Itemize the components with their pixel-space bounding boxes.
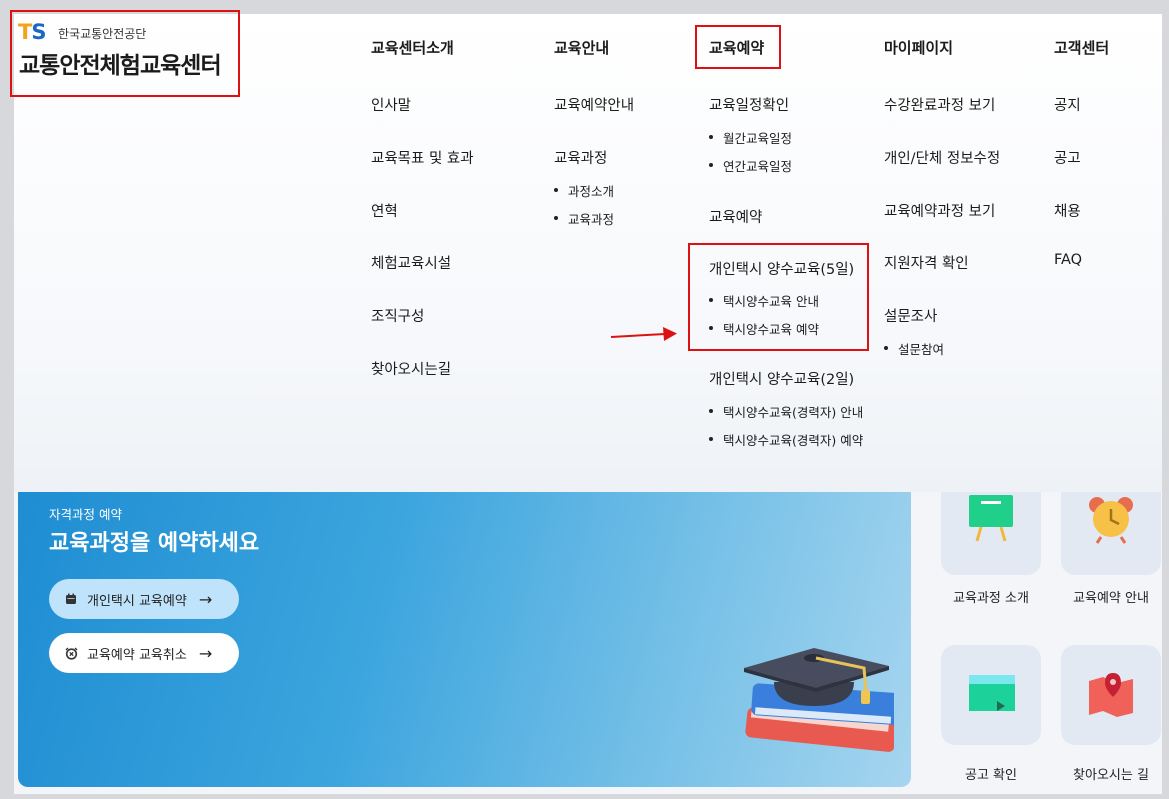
- menu-sub-course-list[interactable]: 교육과정: [554, 209, 614, 228]
- organization-name: 한국교통안전공단: [58, 27, 147, 41]
- menu-item-taxi-2day[interactable]: 개인택시 양수교육(2일): [709, 368, 854, 389]
- menu-heading-mypage[interactable]: 마이페이지: [884, 37, 953, 58]
- arrow-right-icon: →: [198, 589, 213, 609]
- menu-item-taxi-5day[interactable]: 개인택시 양수교육(5일): [709, 258, 854, 279]
- reservation-hero-banner: 자격과정 예약 교육과정을 예약하세요 개인택시 교육예약 → 교육예약 교육취…: [18, 492, 911, 787]
- menu-sub-survey-join[interactable]: 설문참여: [884, 339, 944, 358]
- tile-label-directions: 찾아오시는 길: [1073, 768, 1149, 783]
- reservation-cancel-button[interactable]: 교육예약 교육취소 →: [49, 633, 239, 673]
- menu-sub-taxi-exp-reserve[interactable]: 택시양수교육(경력자) 예약: [709, 430, 863, 449]
- menu-item-reservation[interactable]: 교육예약: [709, 206, 762, 227]
- menu-item-schedule[interactable]: 교육일정확인: [709, 94, 789, 115]
- calendar-icon: [65, 593, 77, 605]
- notice-board-icon: [969, 675, 1015, 711]
- taxi-reservation-label: 개인택시 교육예약: [87, 593, 187, 609]
- menu-sub-taxi-exp-guide[interactable]: 택시양수교육(경력자) 안내: [709, 402, 863, 421]
- hero-kicker: 자격과정 예약: [49, 507, 122, 522]
- menu-item-directions[interactable]: 찾아오시는길: [371, 358, 451, 379]
- menu-item-reserved-courses[interactable]: 교육예약과정 보기: [884, 200, 995, 221]
- ts-logo-mark: TS: [18, 20, 46, 44]
- menu-item-greeting[interactable]: 인사말: [371, 94, 411, 115]
- menu-item-courses[interactable]: 교육과정: [554, 147, 607, 168]
- menu-item-organization[interactable]: 조직구성: [371, 305, 424, 326]
- map-pin-icon: [1089, 673, 1133, 717]
- tile-label-reservation-guide: 교육예약 안내: [1073, 591, 1149, 606]
- taxi-reservation-button[interactable]: 개인택시 교육예약 →: [49, 579, 239, 619]
- tile-label-course-intro: 교육과정 소개: [953, 591, 1029, 606]
- tile-label-notice: 공고 확인: [965, 768, 1017, 783]
- tile-notice[interactable]: [941, 645, 1041, 745]
- hero-title: 교육과정을 예약하세요: [49, 531, 260, 556]
- menu-item-history[interactable]: 연혁: [371, 200, 398, 221]
- arrow-right-icon: →: [198, 643, 213, 663]
- menu-sub-taxi-guide[interactable]: 택시양수교육 안내: [709, 291, 819, 310]
- menu-item-eligibility[interactable]: 지원자격 확인: [884, 252, 969, 273]
- site-logo[interactable]: TS 한국교통안전공단 교통안전체험교육센터: [18, 20, 228, 80]
- menu-item-completed-courses[interactable]: 수강완료과정 보기: [884, 94, 995, 115]
- menu-item-announcement[interactable]: 공고: [1054, 147, 1081, 168]
- menu-item-reservation-guide[interactable]: 교육예약안내: [554, 94, 634, 115]
- menu-heading-reserve[interactable]: 교육예약: [709, 37, 764, 58]
- menu-item-facilities[interactable]: 체험교육시설: [371, 252, 451, 273]
- menu-sub-course-intro[interactable]: 과정소개: [554, 181, 614, 200]
- graduation-cap-books-illustration: [744, 648, 894, 752]
- mega-menu-panel: [14, 14, 1162, 492]
- center-name: 교통안전체험교육센터: [19, 53, 222, 79]
- menu-heading-support[interactable]: 고객센터: [1054, 37, 1109, 58]
- menu-item-survey[interactable]: 설문조사: [884, 305, 937, 326]
- menu-heading-about[interactable]: 교육센터소개: [371, 37, 454, 58]
- menu-item-notice[interactable]: 공지: [1054, 94, 1081, 115]
- menu-item-goals[interactable]: 교육목표 및 효과: [371, 147, 474, 168]
- menu-item-recruit[interactable]: 채용: [1054, 200, 1081, 221]
- reservation-cancel-label: 교육예약 교육취소: [87, 647, 187, 663]
- menu-sub-monthly-schedule[interactable]: 월간교육일정: [709, 128, 792, 147]
- menu-item-faq[interactable]: FAQ: [1054, 252, 1082, 268]
- menu-item-edit-profile[interactable]: 개인/단체 정보수정: [884, 147, 1000, 168]
- alarm-clock-icon: [65, 647, 78, 660]
- menu-sub-yearly-schedule[interactable]: 연간교육일정: [709, 156, 792, 175]
- red-pointer-arrow-icon: [611, 327, 677, 341]
- menu-heading-guide[interactable]: 교육안내: [554, 37, 609, 58]
- menu-sub-taxi-reserve[interactable]: 택시양수교육 예약: [709, 319, 819, 338]
- tile-directions[interactable]: [1061, 645, 1161, 745]
